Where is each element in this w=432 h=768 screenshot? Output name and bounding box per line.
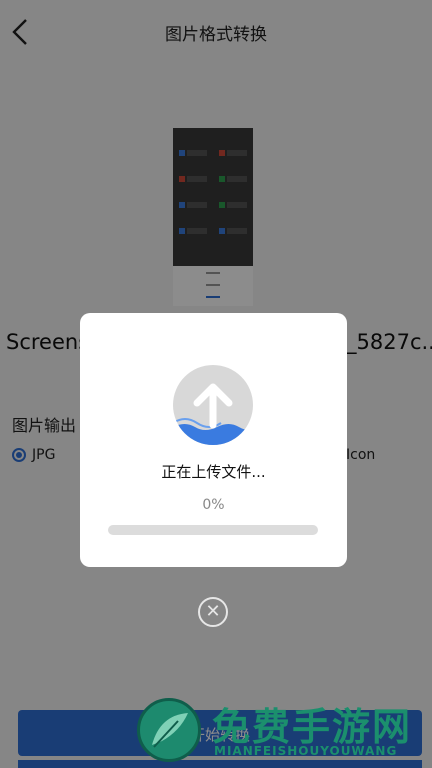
watermark-logo [137, 698, 201, 762]
close-dialog-button[interactable]: ✕ [198, 597, 228, 627]
upload-status-text: 正在上传文件... [161, 463, 266, 481]
upload-arrow-icon [173, 383, 253, 445]
upload-percent: 0% [202, 497, 225, 513]
page: 图片格式转换 Screens _5827c.. 图片输出 JPG Icon 开始… [0, 0, 432, 768]
close-icon: ✕ [205, 601, 221, 622]
watermark-text: 免费手游网 [212, 704, 413, 749]
leaf-icon [152, 713, 188, 748]
upload-progress-bar [108, 525, 318, 535]
upload-dialog: 正在上传文件... 0% [80, 313, 347, 567]
watermark-subtext: MIANFEISHOUYOUWANG [214, 744, 398, 758]
upload-icon [173, 365, 253, 445]
